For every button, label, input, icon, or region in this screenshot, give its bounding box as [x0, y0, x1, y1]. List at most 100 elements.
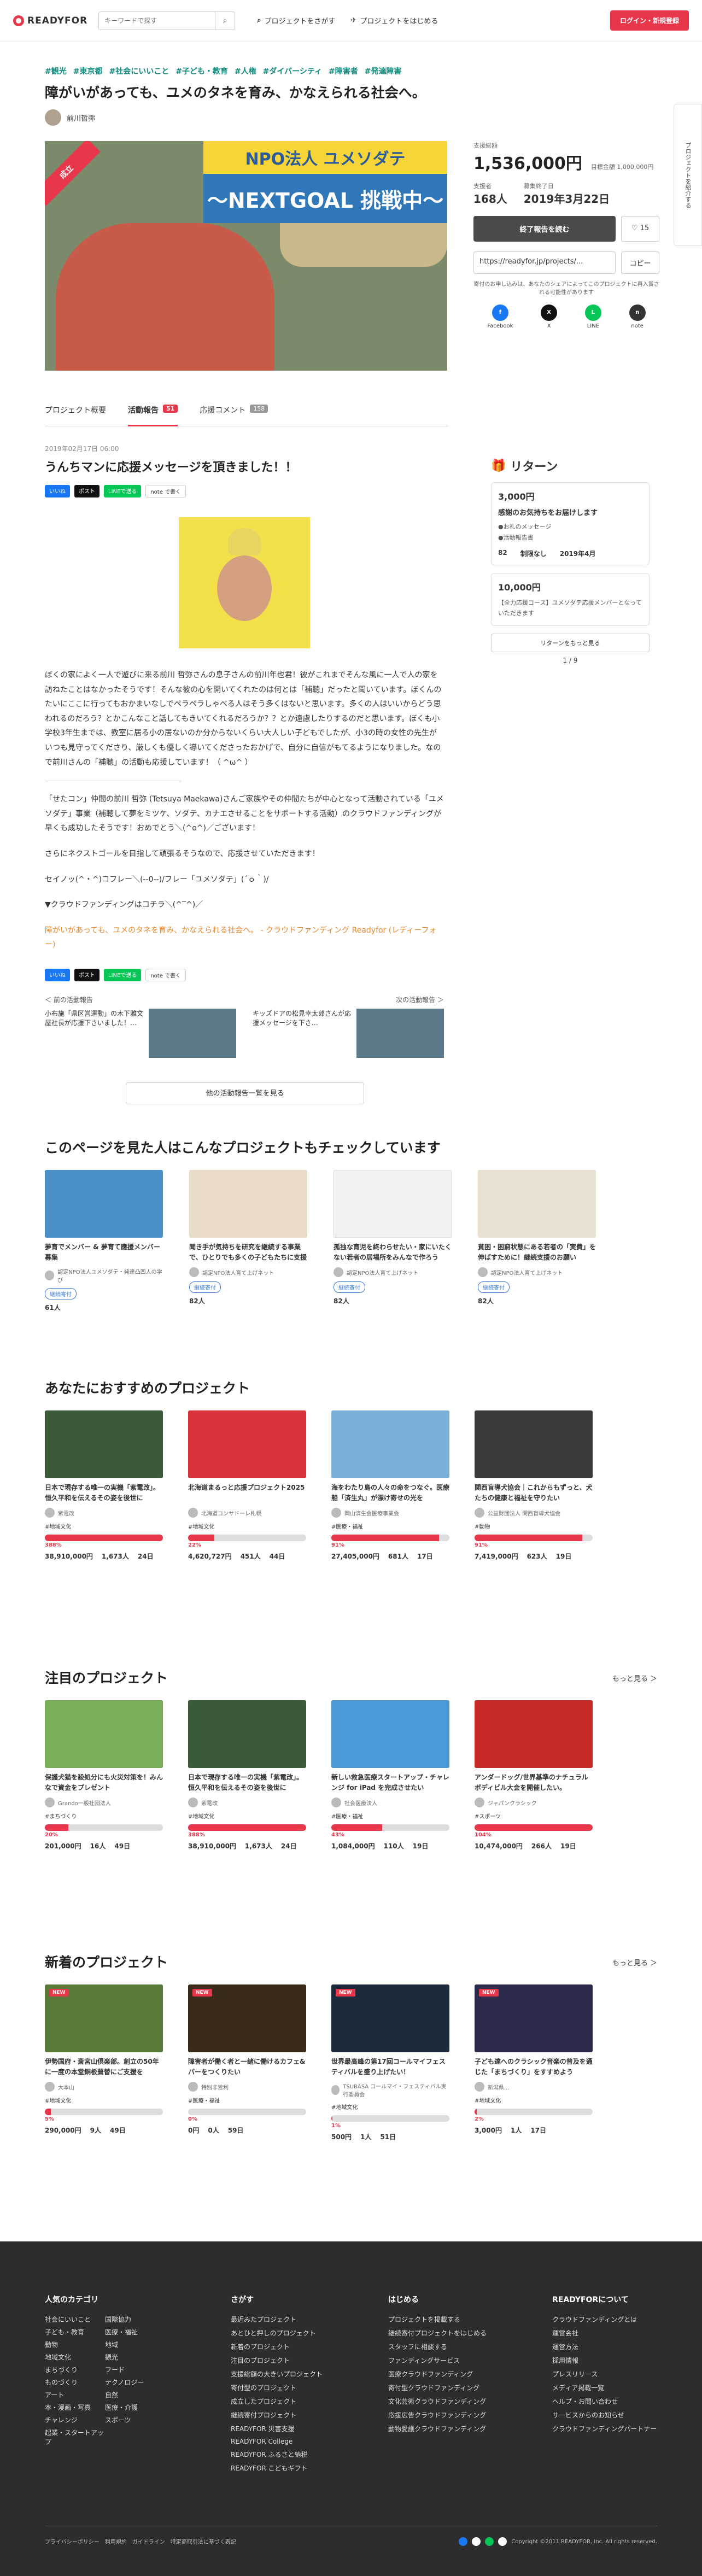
tag[interactable]: #社会にいいこと [109, 66, 169, 77]
line-send-button[interactable]: LINEで送る [104, 485, 142, 497]
footer-link[interactable]: 自然 [105, 2390, 165, 2399]
line-icon[interactable] [485, 2537, 494, 2546]
footer-link[interactable]: 地域文化 [45, 2352, 105, 2362]
read-final-report-button[interactable]: 終了報告を読む [473, 216, 616, 242]
prev-report[interactable]: ＜ 前の活動報告 小布施「県区営運動」の木下雅文屋社長が応援下さいました！… [45, 995, 236, 1058]
footer-link[interactable]: スポーツ [105, 2415, 165, 2425]
facebook-share[interactable]: f Facebook [487, 305, 513, 329]
footer-link[interactable]: 動物 [45, 2340, 105, 2349]
footer-link[interactable]: 寄付型のプロジェクト [231, 2383, 323, 2392]
footer-link[interactable]: スタッフに相談する [388, 2342, 487, 2351]
footer-link[interactable]: プロジェクトを掲載する [388, 2315, 487, 2324]
footer-link[interactable]: 寄付型クラウドファンディング [388, 2383, 487, 2392]
footer-link[interactable]: サービスからのお知らせ [552, 2410, 657, 2420]
footer-link[interactable]: ファンディングサービス [388, 2356, 487, 2365]
see-more-link[interactable]: もっと見る ＞ [612, 1673, 657, 1683]
footer-link[interactable]: まちづくり [45, 2365, 105, 2374]
footer-link[interactable]: 社会にいいこと [45, 2315, 105, 2324]
line-share[interactable]: L LINE [584, 305, 601, 329]
footer-link[interactable]: 支援総額の大きいプロジェクト [231, 2369, 323, 2379]
footer-link[interactable]: フード [105, 2365, 165, 2374]
login-button[interactable]: ログイン・新規登録 [610, 10, 689, 31]
project-card[interactable]: 夢育でメンバー & 夢育て應援メンバー募集 認定NPO法人ユメソダテ・発達凸凹人の… [45, 1170, 163, 1312]
footer-link[interactable]: 動物愛護クラウドファンディング [388, 2424, 487, 2433]
introduce-project-button[interactable]: プロジェクトを紹介する [674, 104, 702, 246]
footer-link[interactable]: 起業・スタートアップ [45, 2428, 105, 2446]
share-url-field[interactable]: https://readyfor.jp/projects/... [473, 251, 616, 274]
footer-link[interactable]: READYFOR 災害支援 [231, 2424, 323, 2433]
project-card[interactable]: 聞き手が気持ちを研究を継続する事業で、ひとりでも多くの子どもたちに支援を届けたい… [189, 1170, 307, 1312]
note-share[interactable]: n note [629, 305, 646, 329]
return-card[interactable]: 3,000円 感謝のお気持ちをお届けします ●お礼のメッセージ ●活動報告書 8… [491, 482, 650, 565]
note-write-button[interactable]: note で書く [145, 485, 186, 497]
nav-find[interactable]: ⌕ プロジェクトをさがす [257, 15, 335, 26]
tab-overview[interactable]: プロジェクト概要 [45, 405, 106, 426]
tag[interactable]: #障害者 [329, 66, 358, 77]
tab-reports[interactable]: 活動報告 51 [128, 405, 178, 426]
copy-button[interactable]: コピー [621, 251, 659, 274]
footer-link[interactable] [105, 2428, 165, 2446]
footer-link[interactable]: 最近みたプロジェクト [231, 2315, 323, 2324]
footer-link[interactable]: プレスリリース [552, 2369, 657, 2379]
readyfor-logo[interactable]: READYFOR [13, 15, 87, 26]
line-send-button[interactable]: LINEで送る [104, 968, 142, 981]
tag[interactable]: #ダイバーシティ [263, 66, 322, 77]
tab-comments[interactable]: 応援コメント 158 [200, 405, 268, 426]
footer-link[interactable]: READYFOR ふるさと納税 [231, 2450, 323, 2459]
project-card[interactable]: 孤独な育児を終わらせたい・家にいたくない若者の居場所をみんなで作ろう 認定NPO法… [334, 1170, 452, 1312]
footer-link[interactable]: READYFOR College [231, 2438, 323, 2445]
footer-link[interactable]: 運営会社 [552, 2328, 657, 2338]
footer-link[interactable]: 地域 [105, 2340, 165, 2349]
x-share[interactable]: XX [541, 305, 558, 329]
footer-link[interactable]: テクノロジー [105, 2378, 165, 2387]
footer-link[interactable]: アート [45, 2390, 105, 2399]
footer-link[interactable]: ものづくり [45, 2378, 105, 2387]
project-card[interactable]: NEW 世界最高峰の第17回コールマイフェスティバルを盛り上げたい！ TSUBA… [331, 1984, 449, 2141]
x-post-button[interactable]: ポスト [74, 968, 100, 981]
fb-like-button[interactable]: いいね [45, 968, 70, 981]
more-reports-button[interactable]: 他の活動報告一覧を見る [126, 1082, 364, 1104]
footer-link[interactable]: 継続寄付プロジェクトをはじめる [388, 2328, 487, 2338]
footer-link[interactable]: READYFOR こどもギフト [231, 2463, 323, 2473]
tag[interactable]: #東京都 [73, 66, 103, 77]
tag[interactable]: #観光 [45, 66, 67, 77]
footer-link[interactable]: チャレンジ [45, 2415, 105, 2425]
search-icon[interactable]: ⌕ [215, 11, 235, 30]
return-card[interactable]: 10,000円 【全力応援コース】ユメソダテ応援メンバーとなっていただきます [491, 572, 650, 627]
footer-link[interactable]: 子ども・教育 [45, 2327, 105, 2337]
nav-start[interactable]: ✈ プロジェクトをはじめる [351, 15, 438, 26]
next-report[interactable]: 次の活動報告 ＞ キッズドアの松見幸太郎さんが応援メッセージを下さ… [253, 995, 444, 1058]
project-card[interactable]: 海をわたり島の人々の命をつなぐ。医療船「済生丸」が漂け寄せの光を 岡山済生会医療… [331, 1410, 449, 1561]
footer-link[interactable]: 医療・福祉 [105, 2327, 165, 2337]
project-card[interactable]: 日本で現存する唯一の実機「紫電改」。恒久平和を伝えるその姿を後世に 紫電改 #地… [45, 1410, 163, 1561]
project-card[interactable]: 保護犬猫を殺処分にも火災対策を！みんなで資金をプレゼント Grando一般社団法… [45, 1700, 163, 1851]
footer-link[interactable]: 観光 [105, 2352, 165, 2362]
tag[interactable]: #発達障害 [365, 66, 402, 77]
project-link[interactable]: 障がいがあっても、ユメのタネを育み、かなえられる社会へ。 - クラウドファンディ… [45, 923, 444, 952]
project-card[interactable]: 新しい救急医療スタートアップ・チャレンジ for iPad を完成させたい 社会… [331, 1700, 449, 1851]
footer-link[interactable]: 本・漫画・写真 [45, 2403, 105, 2412]
footer-link[interactable]: クラウドファンディングパートナー [552, 2424, 657, 2433]
search-input[interactable] [99, 11, 215, 30]
fb-like-button[interactable]: いいね [45, 485, 70, 497]
footer-link[interactable]: 採用情報 [552, 2356, 657, 2365]
footer-link[interactable]: 注目のプロジェクト [231, 2356, 323, 2365]
footer-legal-links[interactable]: プライバシーポリシー 利用規約 ガイドライン 特定商取引法に基づく表記 [45, 2537, 236, 2546]
project-card[interactable]: NEW 伊勢国府・斎宮山倶楽部。創立の50年に一度の本堂銅板葺替にご支援を 大本… [45, 1984, 163, 2141]
project-card[interactable]: 日本で現存する唯一の実機「紫電改」。恒久平和を伝えるその姿を後世に 紫電改 #地… [188, 1700, 306, 1851]
more-returns-button[interactable]: リターンをもっと見る [491, 634, 650, 653]
footer-link[interactable]: 文化芸術クラウドファンディング [388, 2397, 487, 2406]
footer-link[interactable]: ヘルプ・お問い合わせ [552, 2397, 657, 2406]
x-post-button[interactable]: ポスト [74, 485, 100, 497]
project-card[interactable]: 貧困・困窮状態にある若者の「実費」を伸ばすために！継続支援のお願い 認定NPO法人… [478, 1170, 596, 1312]
project-card[interactable]: NEW 子ども達へのクラシック音楽の普及を通じた「まちづくり」をすすめよう 新潟… [475, 1984, 593, 2141]
favorite-button[interactable]: ♡ 15 [621, 216, 659, 242]
project-card[interactable]: 北海道まるっと応援プロジェクト2025 北海道コンサドーレ札幌 #地域文化 22… [188, 1410, 306, 1561]
footer-link[interactable]: 医療クラウドファンディング [388, 2369, 487, 2379]
facebook-icon[interactable] [459, 2537, 468, 2546]
note-write-button[interactable]: note で書く [145, 968, 186, 981]
project-card[interactable]: アンダードッグ/世界基準のナチュラルボディビル大会を開催したい。 ジャパンクラシ… [475, 1700, 593, 1851]
project-card[interactable]: NEW 障害者が働く者と一緒に働けるカフェ&パーをつくりたい 特別非営利 #医療… [188, 1984, 306, 2141]
project-card[interactable]: 関西盲導犬協会｜これからもずっと、犬たちの健康と福祉を守りたい 公益財団法人 関… [475, 1410, 593, 1561]
see-more-link[interactable]: もっと見る ＞ [612, 1957, 657, 1968]
